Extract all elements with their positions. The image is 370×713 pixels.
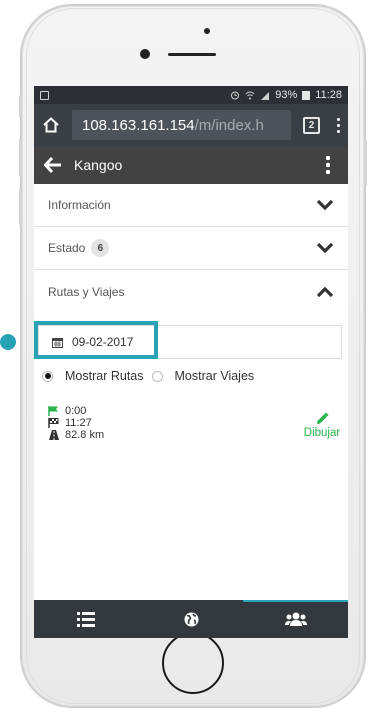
- phone-camera: [140, 49, 150, 59]
- tabs-count: 2: [308, 119, 315, 131]
- clock: 11:28: [315, 89, 342, 101]
- date-value: 09-02-2017: [72, 335, 134, 349]
- phone-screen: 93% 11:28 108.163.161.154/m/index.h 2 Ka…: [34, 86, 348, 638]
- battery-level: 93%: [275, 89, 298, 101]
- browser-url-bar: 108.163.161.154/m/index.h 2: [34, 104, 348, 146]
- estado-count-badge: 6: [91, 239, 110, 257]
- mostrar-rutas-label[interactable]: Mostrar Rutas: [65, 369, 144, 383]
- draw-button[interactable]: Dibujar: [300, 412, 344, 439]
- road-icon: [49, 430, 59, 440]
- route-end-row: 11:27: [48, 417, 104, 429]
- date-input[interactable]: 09-02-2017: [42, 326, 156, 358]
- route-start-time: 0:00: [65, 405, 87, 417]
- tab-map[interactable]: [139, 600, 244, 638]
- accordion-estado[interactable]: Estado 6: [34, 227, 348, 270]
- radio-mostrar-viajes[interactable]: [151, 370, 163, 382]
- chevron-up-icon: [316, 286, 334, 297]
- accordion-rutas-viajes[interactable]: Rutas y Viajes: [34, 270, 348, 313]
- url-host: 108.163.161.154: [82, 116, 195, 134]
- route-distance-row: 82.8 km: [48, 429, 104, 441]
- view-options: Mostrar Rutas Mostrar Viajes: [42, 369, 262, 383]
- mostrar-viajes-label[interactable]: Mostrar Viajes: [175, 369, 255, 383]
- route-summary: 0:00 11:27 82.8 km: [48, 405, 104, 441]
- phone-speaker: [168, 53, 216, 56]
- route-distance: 82.8 km: [65, 429, 105, 441]
- accordion-informacion[interactable]: Información: [34, 184, 348, 227]
- status-bar: 93% 11:28: [34, 86, 348, 104]
- arrow-left-icon[interactable]: [44, 157, 62, 173]
- alarm-icon: [231, 91, 240, 100]
- signal-icon: [261, 91, 270, 100]
- radio-mostrar-rutas[interactable]: [42, 370, 53, 382]
- browser-menu-icon[interactable]: [336, 117, 340, 133]
- draw-button-label: Dibujar: [303, 427, 341, 439]
- calendar-icon: [52, 337, 63, 348]
- flag-icon: [48, 406, 58, 416]
- list-icon: [77, 611, 96, 627]
- status-right: 93% 11:28: [230, 89, 342, 101]
- highlight-marker: [0, 334, 16, 350]
- route-start-row: 0:00: [48, 405, 104, 417]
- app-bar: Kangoo: [34, 146, 348, 184]
- tab-list[interactable]: [34, 600, 139, 638]
- page-title: Kangoo: [74, 157, 123, 173]
- phone-volume-up: [19, 138, 22, 176]
- accordion-informacion-label: Información: [48, 198, 111, 212]
- chevron-down-icon: [316, 242, 334, 254]
- tab-users[interactable]: [243, 600, 348, 638]
- url-input[interactable]: 108.163.161.154/m/index.h: [72, 110, 291, 140]
- accordion-estado-label: Estado: [48, 241, 86, 255]
- app-menu-icon[interactable]: [326, 156, 330, 174]
- route-end-time: 11:27: [65, 417, 92, 429]
- phone-side-button: [19, 96, 22, 118]
- globe-icon: [184, 612, 198, 626]
- chevron-down-icon: [316, 199, 334, 211]
- phone-home-button[interactable]: [162, 632, 224, 694]
- checkered-flag-icon: [48, 418, 59, 428]
- url-path: /m/index.h: [194, 116, 264, 134]
- phone-power-button: [364, 140, 367, 186]
- phone-volume-down: [19, 188, 22, 226]
- home-icon[interactable]: [42, 116, 60, 134]
- tabs-count-button[interactable]: 2: [303, 116, 320, 134]
- notification-icon: [40, 90, 49, 100]
- bottom-navigation: [34, 600, 348, 638]
- wifi-icon: [245, 91, 255, 99]
- users-icon: [284, 612, 307, 626]
- pencil-icon: [317, 412, 329, 424]
- phone-sensor: [204, 28, 210, 34]
- accordion-rutas-label: Rutas y Viajes: [48, 284, 125, 299]
- battery-icon: [302, 90, 311, 100]
